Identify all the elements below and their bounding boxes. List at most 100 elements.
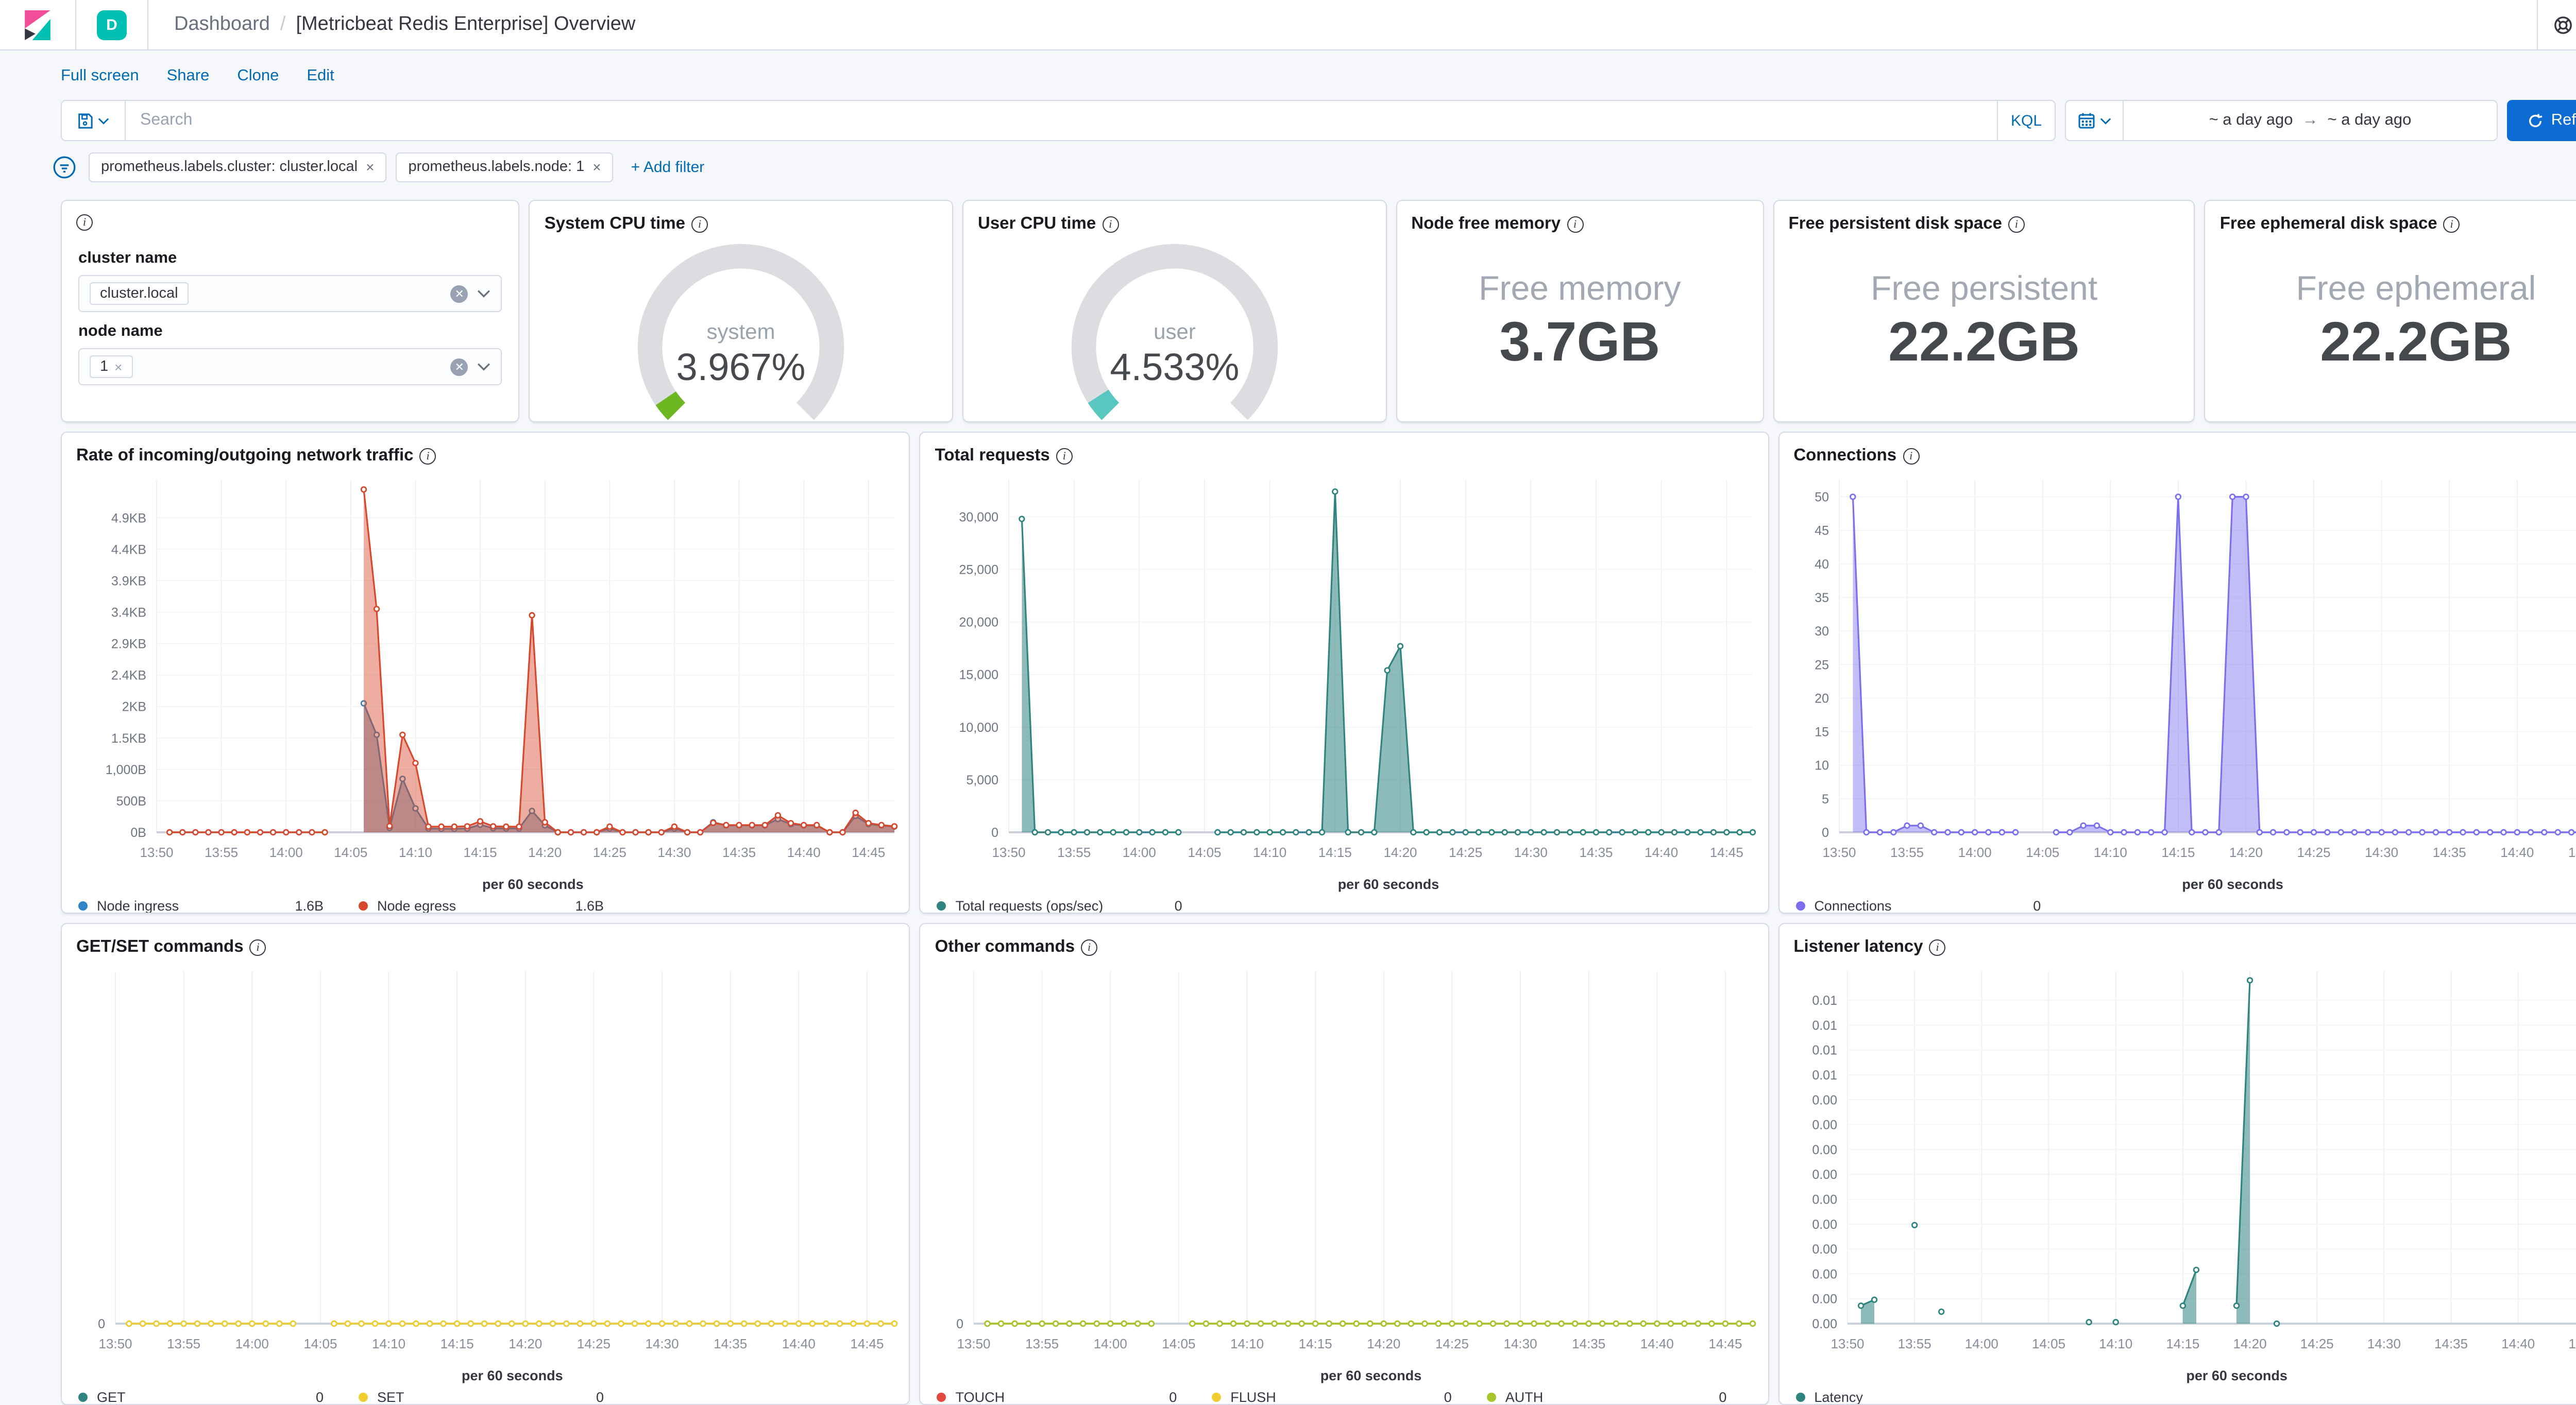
chevron-down-icon[interactable] — [478, 363, 491, 371]
svg-text:20: 20 — [1815, 691, 1829, 706]
svg-text:4.533%: 4.533% — [1110, 346, 1240, 388]
menu-clone[interactable]: Clone — [237, 67, 279, 85]
clear-selection-icon[interactable]: ✕ — [451, 285, 468, 302]
refresh-button[interactable]: Refresh — [2507, 100, 2576, 141]
remove-filter-icon[interactable]: × — [366, 159, 374, 175]
cluster-token[interactable]: cluster.local — [90, 282, 189, 305]
kql-toggle[interactable]: KQL — [1997, 101, 2055, 140]
legend-item-node-ingress[interactable]: Node ingress1.6B — [78, 898, 359, 914]
svg-text:14:20: 14:20 — [528, 845, 562, 860]
svg-text:14:10: 14:10 — [1231, 1336, 1264, 1351]
legend-value: 0 — [1175, 898, 1182, 914]
panel-listener-latency: Listener latency i 13:5013:5514:0014:051… — [1778, 923, 2576, 1405]
cluster-name-combobox[interactable]: cluster.local ✕ — [78, 275, 502, 312]
legend-dot-icon — [1487, 1393, 1496, 1402]
legend-item-connections[interactable]: Connections0 — [1795, 898, 2076, 914]
svg-text:14:10: 14:10 — [2098, 1336, 2132, 1351]
legend-item-total-requests-ops-sec-[interactable]: Total requests (ops/sec)0 — [937, 898, 1217, 914]
chart-legend: Total requests (ops/sec)0 — [921, 892, 1768, 914]
svg-text:13:55: 13:55 — [205, 845, 238, 860]
panel-info-icon[interactable]: i — [691, 216, 708, 232]
panel-info-icon[interactable]: i — [1929, 939, 1946, 955]
space-avatar: D — [97, 10, 127, 40]
kibana-logo-icon — [25, 10, 50, 40]
legend-item-flush[interactable]: FLUSH0 — [1212, 1390, 1487, 1405]
svg-text:14:30: 14:30 — [657, 845, 691, 860]
svg-text:50: 50 — [1815, 490, 1829, 505]
panel-info-icon[interactable]: i — [250, 939, 266, 955]
help-button[interactable] — [2537, 0, 2576, 49]
panel-info-icon[interactable]: i — [1056, 448, 1073, 464]
legend-item-get[interactable]: GET0 — [78, 1390, 359, 1405]
legend-item-set[interactable]: SET0 — [359, 1390, 639, 1405]
refresh-icon — [2528, 113, 2543, 128]
panel-title: Other commands — [935, 937, 1075, 957]
svg-text:14:25: 14:25 — [2300, 1336, 2333, 1351]
svg-text:14:30: 14:30 — [2364, 845, 2398, 860]
menu-full-screen[interactable]: Full screen — [61, 67, 139, 85]
menu-edit[interactable]: Edit — [307, 67, 334, 85]
query-bar: KQL ~ a day ago → ~ a day ago — [0, 96, 2576, 141]
svg-text:14:05: 14:05 — [2031, 1336, 2065, 1351]
panel-info-icon[interactable]: i — [1903, 448, 1919, 464]
filter-options-button[interactable] — [48, 151, 79, 182]
space-switcher[interactable]: D — [76, 0, 148, 49]
legend-label: Latency — [1814, 1390, 1863, 1405]
legend-label: Connections — [1814, 898, 1891, 914]
getset-commands-chart: 13:5013:5514:0014:0514:1014:1514:2014:25… — [62, 959, 909, 1368]
node-token[interactable]: 1× — [90, 355, 132, 378]
clear-selection-icon[interactable]: ✕ — [451, 358, 468, 375]
svg-text:14:10: 14:10 — [372, 1336, 405, 1351]
svg-text:5: 5 — [1821, 792, 1828, 807]
date-quick-menu-button[interactable] — [2066, 101, 2124, 140]
panel-info-icon[interactable]: i — [420, 448, 436, 464]
panel-getset-commands: GET/SET commands i 13:5013:5514:0014:051… — [61, 923, 910, 1405]
legend-item-touch[interactable]: TOUCH0 — [937, 1390, 1212, 1405]
date-to[interactable]: ~ a day ago — [2328, 111, 2412, 130]
chevron-down-icon[interactable] — [478, 289, 491, 298]
remove-token-icon[interactable]: × — [114, 359, 122, 374]
legend-label: Node egress — [377, 898, 456, 914]
svg-text:13:50: 13:50 — [957, 1336, 991, 1351]
svg-text:user: user — [1154, 319, 1196, 344]
date-range[interactable]: ~ a day ago → ~ a day ago — [2124, 101, 2497, 140]
svg-text:13:55: 13:55 — [1026, 1336, 1059, 1351]
saved-query-menu-button[interactable] — [62, 101, 126, 140]
menu-share[interactable]: Share — [167, 67, 210, 85]
panel-info-icon[interactable]: i — [76, 214, 93, 231]
filter-pill-cluster[interactable]: prometheus.labels.cluster: cluster.local… — [89, 152, 386, 182]
svg-text:13:55: 13:55 — [1058, 845, 1091, 860]
filter-pill-node[interactable]: prometheus.labels.node: 1 × — [396, 152, 613, 182]
date-from[interactable]: ~ a day ago — [2209, 111, 2293, 130]
add-filter-button[interactable]: + Add filter — [631, 158, 705, 176]
panel-free-ephemeral: Free ephemeral disk space i Free ephemer… — [2205, 200, 2576, 422]
legend-item-latency[interactable]: Latency — [1795, 1390, 2076, 1405]
kibana-logo[interactable] — [0, 0, 76, 49]
top-bar: D Dashboard / [Metricbeat Redis Enterpri… — [0, 0, 2576, 50]
search-input[interactable] — [126, 101, 1997, 140]
node-name-combobox[interactable]: 1× ✕ — [78, 348, 502, 385]
svg-text:14:30: 14:30 — [1514, 845, 1548, 860]
network-traffic-chart: 13:5013:5514:0014:0514:1014:1514:2014:25… — [62, 468, 909, 877]
svg-text:13:55: 13:55 — [1890, 845, 1923, 860]
legend-item-node-egress[interactable]: Node egress1.6B — [359, 898, 639, 914]
svg-text:14:35: 14:35 — [2432, 845, 2466, 860]
svg-text:2.4KB: 2.4KB — [111, 669, 146, 683]
legend-item-auth[interactable]: AUTH0 — [1487, 1390, 1762, 1405]
svg-text:4.4KB: 4.4KB — [111, 542, 146, 557]
svg-text:14:45: 14:45 — [1710, 845, 1743, 860]
panel-info-icon[interactable]: i — [1102, 216, 1118, 232]
svg-text:0.00: 0.00 — [1812, 1118, 1837, 1133]
svg-text:13:50: 13:50 — [1822, 845, 1856, 860]
remove-filter-icon[interactable]: × — [592, 159, 601, 175]
panel-info-icon[interactable]: i — [1081, 939, 1097, 955]
svg-text:3.9KB: 3.9KB — [111, 574, 146, 588]
panel-connections: Connections i 13:5013:5514:0014:0514:101… — [1778, 432, 2576, 914]
svg-text:14:45: 14:45 — [2568, 845, 2576, 860]
svg-text:45: 45 — [1815, 524, 1829, 538]
panel-title: User CPU time — [978, 214, 1096, 234]
legend-value: 0 — [316, 1390, 324, 1405]
user-cpu-gauge: user4.533% — [963, 236, 1385, 422]
breadcrumb-dashboard[interactable]: Dashboard — [174, 13, 270, 36]
svg-text:0.00: 0.00 — [1812, 1192, 1837, 1207]
